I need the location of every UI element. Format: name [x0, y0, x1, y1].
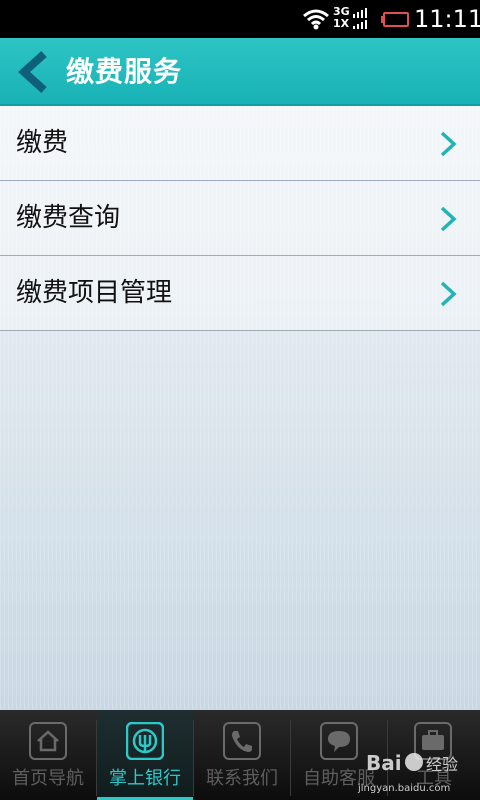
network-1x: 1X — [333, 17, 350, 30]
page-title: 缴费服务 — [66, 55, 183, 88]
chevron-right-icon — [440, 131, 457, 157]
chevron-right-icon — [440, 281, 457, 307]
nav-mobile-bank[interactable]: 掌上银行 — [97, 710, 193, 800]
signal-icon — [353, 8, 367, 29]
nav-label: 首页导航 — [12, 768, 84, 789]
svg-text:Bai: Bai — [366, 751, 402, 775]
menu-item-payment-items-manage[interactable]: 缴费项目管理 — [0, 256, 480, 331]
battery-icon — [381, 12, 409, 27]
chevron-right-icon — [440, 206, 457, 232]
menu-item-payment[interactable]: 缴费 — [0, 106, 480, 181]
content-area: 缴费 缴费查询 缴费项目管理 — [0, 106, 480, 710]
title-bar: 缴费服务 — [0, 38, 480, 106]
svg-text:经验: 经验 — [426, 755, 458, 774]
phone-icon — [223, 722, 261, 760]
back-button[interactable] — [14, 50, 54, 94]
wifi-icon — [303, 9, 329, 30]
network-type: 3G 1X — [333, 6, 350, 30]
status-bar: 3G 1X 11:11 — [0, 0, 480, 38]
watermark-text: jingyan.baidu.com — [358, 783, 451, 794]
chat-icon — [320, 722, 358, 760]
nav-contact-us[interactable]: 联系我们 — [194, 710, 290, 800]
home-icon — [29, 722, 67, 760]
menu-item-label: 缴费查询 — [16, 203, 121, 233]
nav-label: 联系我们 — [206, 768, 278, 789]
nav-label: 掌上银行 — [109, 768, 181, 789]
chevron-left-icon — [18, 51, 47, 93]
bank-icon — [126, 722, 164, 760]
menu-item-label: 缴费项目管理 — [16, 278, 173, 308]
menu-item-payment-query[interactable]: 缴费查询 — [0, 181, 480, 256]
clock: 11:11 — [414, 5, 480, 33]
nav-home[interactable]: 首页导航 — [0, 710, 96, 800]
menu-item-label: 缴费 — [16, 128, 69, 158]
